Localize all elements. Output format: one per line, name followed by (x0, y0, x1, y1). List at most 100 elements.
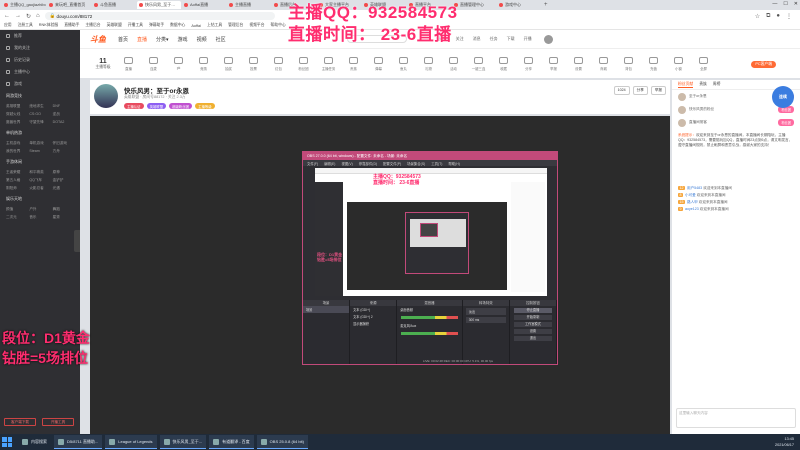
user-avatar[interactable] (543, 34, 553, 44)
sidebar-category-link[interactable]: 光遇 (53, 186, 74, 191)
audio-meter[interactable] (401, 332, 458, 335)
obs-stop-stream-button[interactable]: 停止直播 (513, 308, 552, 313)
menu-icon[interactable]: ⋮ (786, 13, 792, 20)
tab-weekly[interactable]: 周榜 (713, 82, 721, 87)
obs-menu-item[interactable]: 文件(F) (307, 161, 318, 166)
obs-source-item[interactable]: 显示器捕获 (350, 320, 396, 327)
sidebar-category-link[interactable]: 第五人格 (6, 178, 27, 183)
toolbar-tool[interactable]: 举报 (541, 56, 566, 71)
toolbar-tool[interactable]: 设置 (566, 56, 591, 71)
sidebar-category-link[interactable]: CS:GO (29, 112, 50, 117)
sidebar-category-link[interactable]: 火影忍者 (29, 186, 50, 191)
minimize-icon[interactable]: — (772, 1, 777, 7)
obs-menu-item[interactable]: 编辑(E) (324, 161, 335, 166)
sidebar-category-link[interactable]: 守望先锋 (29, 120, 50, 125)
sidebar-category-link[interactable]: 我的世界 (6, 149, 27, 154)
browser-tab[interactable]: 快乐风男_至于… (137, 1, 181, 9)
tab-fan-contribution[interactable]: 粉丝贡献 (678, 82, 694, 88)
chat-input[interactable]: 这里输入聊天内容 (676, 408, 796, 428)
bookmark-item[interactable]: 弹幕助手 (149, 23, 164, 28)
site-nav-item[interactable]: 视频 (197, 37, 207, 43)
profile-icon[interactable]: ● (776, 13, 780, 19)
sidebar-collapse-handle[interactable] (74, 230, 80, 252)
browser-tab[interactable]: 斗鱼直播 (92, 1, 136, 9)
bookmark-item[interactable]: 数据中心 (170, 23, 185, 28)
obs-studio-mode-button[interactable]: 工作室模式 (513, 322, 552, 327)
bookmark-item[interactable]: 主播后台 (85, 23, 100, 28)
toolbar-tool[interactable]: 全屏 (691, 56, 716, 71)
chat-username[interactable]: 小可爱 (685, 193, 697, 197)
audio-meter[interactable] (401, 316, 458, 319)
sidebar-category-link[interactable]: 金铲铲 (53, 178, 74, 183)
close-icon[interactable]: ✕ (794, 1, 798, 7)
site-nav-item[interactable]: 首页 (118, 37, 128, 43)
toolbar-tool[interactable]: 商城 (591, 56, 616, 71)
toolbar-tool[interactable]: 收藏 (491, 56, 516, 71)
taskbar-item[interactable]: 有道翻译 - 百度 (209, 435, 254, 449)
toolbar-tool[interactable]: 充值 (641, 56, 666, 71)
sidebar-category-link[interactable]: 原神 (53, 170, 74, 175)
sidebar-category-link[interactable]: 星秀 (53, 215, 74, 220)
bookmark-item[interactable]: 英雄联盟 (107, 23, 122, 28)
sidebar-category-link[interactable]: DOTA2 (53, 120, 74, 125)
sidebar-category-link[interactable]: 魔兽世界 (6, 120, 27, 125)
toolbar-tool[interactable]: 一键三连 (466, 56, 491, 71)
sidebar-category-link[interactable]: 王者荣耀 (6, 170, 27, 175)
toolbar-tool[interactable]: 礼物 (416, 56, 441, 71)
streak-badge[interactable]: 连续 (772, 86, 794, 108)
share-button[interactable]: 分享 (632, 86, 648, 95)
browser-tab[interactable]: 主播QQ_gaojiazhibo (2, 1, 46, 9)
obs-menu-item[interactable]: 视图(V) (341, 161, 352, 166)
taskbar-item[interactable]: D5/8711 直播助... (54, 435, 103, 449)
obs-transition-select[interactable]: 淡出 (465, 308, 506, 315)
bookmark-item[interactable]: 注册工具 (18, 23, 33, 28)
sidebar-category-link[interactable]: 音乐 (29, 215, 50, 220)
sidebar-category-link[interactable]: 舞蹈 (53, 207, 74, 212)
toolbar-tool[interactable]: 红包 (266, 56, 291, 71)
taskbar-item[interactable]: League of Legends (105, 435, 157, 449)
toolbar-tool[interactable]: 弹幕 (366, 56, 391, 71)
sidebar-item[interactable]: 游戏 (0, 78, 80, 90)
browser-tab[interactable]: 来玩吧_直播首页 (47, 1, 91, 9)
site-nav-item[interactable]: 分类▾ (156, 37, 169, 43)
sidebar-category-link[interactable]: 户外 (29, 207, 50, 212)
toolbar-tool[interactable]: 背包 (616, 56, 641, 71)
sidebar-category-link[interactable]: 主机游戏 (6, 141, 27, 146)
sidebar-category-link[interactable]: QQ飞车 (29, 178, 50, 183)
browser-tab[interactable]: 直播管理中心 (452, 1, 496, 9)
sidebar-category-link[interactable]: 单机游戏 (29, 141, 50, 146)
system-clock[interactable]: 13:45 2021/06/17 (775, 436, 794, 448)
sidebar-item[interactable]: 历史记录 (0, 54, 80, 66)
sidebar-category-link[interactable]: 阴阳师 (6, 186, 27, 191)
toolbar-tool[interactable]: 直播 (116, 56, 141, 71)
bookmark-item[interactable]: 直播助手 (64, 23, 79, 28)
obs-scene-item[interactable]: 场景 (303, 306, 350, 313)
toolbar-tool[interactable]: 主播任务 (316, 56, 341, 71)
toolbar-tool[interactable]: 连麦 (141, 56, 166, 71)
fan-row[interactable]: 直播间常客 粉丝团 (672, 116, 800, 129)
obs-menu-item[interactable]: 工具(T) (431, 161, 442, 166)
obs-settings-button[interactable]: 设置 (513, 329, 552, 334)
obs-source-item[interactable]: 文本 (GDI+) (350, 306, 396, 313)
sidebar-category-link[interactable]: 穿越火线 (6, 112, 27, 117)
reload-icon[interactable]: ↻ (26, 13, 31, 20)
url-field[interactable]: 🔒 douyu.com/88172 (44, 12, 275, 20)
site-logo[interactable]: 斗鱼 (90, 34, 106, 45)
anchor-avatar[interactable] (94, 84, 118, 108)
header-icon-link[interactable]: 开播 (524, 36, 532, 42)
obs-record-button[interactable]: 开始录制 (513, 315, 552, 320)
sidebar-category-link[interactable]: 方舟 (53, 149, 74, 154)
toolbar-tool[interactable]: 活动 (441, 56, 466, 71)
bookmark-item[interactable]: Aoffai (191, 24, 201, 28)
sidebar-category-link[interactable]: 怀旧游戏 (53, 141, 74, 146)
toolbar-tool[interactable]: pk (166, 56, 191, 71)
stream-tool-button[interactable]: 开播工具 (42, 418, 74, 426)
obs-duration-field[interactable]: 300 ms (465, 317, 506, 323)
sidebar-category-link[interactable]: Steam (29, 149, 50, 154)
header-icon-link[interactable]: 下载 (507, 36, 515, 42)
sidebar-item[interactable]: 推荐 (0, 30, 80, 42)
obs-menu-item[interactable]: 配置文件(P) (383, 161, 401, 166)
windows-start-icon[interactable] (2, 437, 12, 447)
pc-client-button[interactable]: PC客户端 (751, 61, 776, 68)
taskbar-item[interactable]: 快乐风男_至于... (159, 435, 207, 449)
